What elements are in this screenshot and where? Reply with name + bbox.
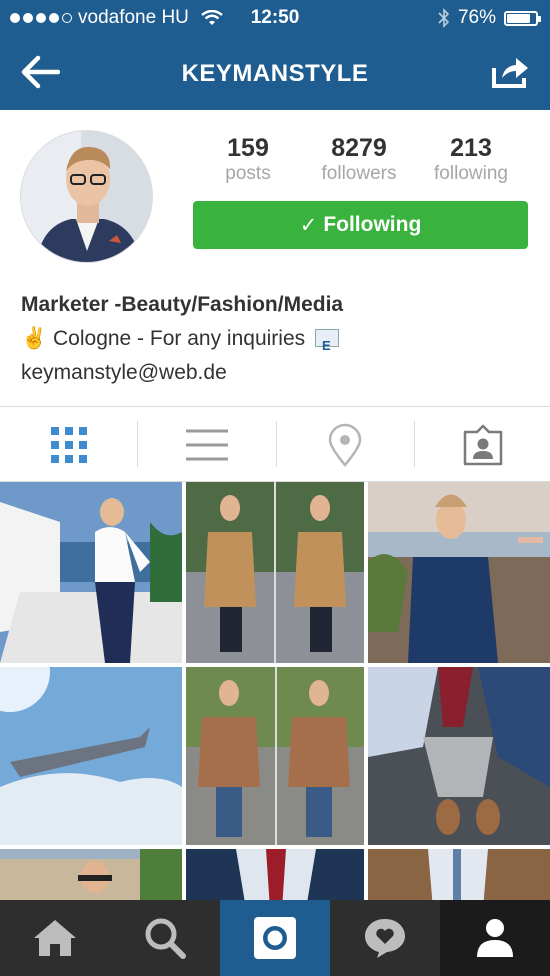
following-stat[interactable]: 213 following	[416, 134, 526, 185]
followers-count: 8279	[331, 134, 387, 162]
victory-hand-emoji: ✌️	[21, 327, 48, 350]
tab-explore[interactable]	[110, 900, 220, 976]
heart-bubble-icon	[365, 919, 405, 958]
bottom-tab-bar	[0, 900, 550, 976]
tagged-user-icon	[463, 424, 502, 465]
following-button[interactable]: ✓ Following	[193, 201, 528, 249]
list-icon	[185, 429, 228, 460]
photo-grid	[0, 482, 550, 900]
photo-thumbnail[interactable]	[0, 667, 182, 845]
tab-list-view[interactable]	[138, 407, 275, 482]
bio-line: ✌️ Cologne - For any inquiries E	[21, 322, 531, 356]
profile-icon	[477, 919, 513, 957]
photo-thumbnail[interactable]	[186, 667, 364, 845]
page-title: KEYMANSTYLE	[181, 60, 369, 87]
following-count: 213	[450, 134, 492, 162]
tab-camera[interactable]	[220, 900, 330, 976]
photo-thumbnail[interactable]	[368, 667, 550, 845]
nav-bar: KEYMANSTYLE	[0, 36, 550, 110]
tab-grid-view[interactable]	[0, 407, 137, 482]
camera-icon	[254, 917, 296, 959]
tab-tagged-view[interactable]	[414, 407, 550, 482]
photo-thumbnail[interactable]	[0, 849, 182, 900]
checkmark-icon: ✓	[299, 213, 318, 237]
posts-label: posts	[225, 163, 271, 184]
photo-thumbnail[interactable]	[186, 482, 364, 663]
tab-home[interactable]	[0, 900, 110, 976]
tab-map-view[interactable]	[276, 407, 413, 482]
battery-percent: 76%	[457, 7, 496, 28]
home-icon	[34, 920, 76, 956]
share-icon[interactable]	[488, 54, 530, 90]
location-pin-icon	[328, 423, 361, 467]
photo-thumbnail[interactable]	[368, 482, 550, 663]
avatar	[20, 130, 153, 263]
photo-thumbnail[interactable]	[0, 482, 182, 663]
profile-bio: Marketer -Beauty/Fashion/Media ✌️ Cologn…	[21, 288, 531, 390]
bluetooth-icon	[438, 8, 450, 28]
status-bar: vodafone HU 12:50 76%	[0, 0, 550, 36]
posts-count: 159	[227, 134, 269, 162]
bio-location-text: Cologne - For any inquiries	[53, 327, 306, 350]
followers-stat[interactable]: 8279 followers	[304, 134, 414, 185]
bio-name: Marketer -Beauty/Fashion/Media	[21, 293, 344, 316]
following-label: following	[434, 163, 508, 184]
photo-thumbnail[interactable]	[186, 849, 364, 900]
tab-activity[interactable]	[330, 900, 440, 976]
bio-email-link[interactable]: keymanstyle@web.de	[21, 356, 531, 390]
followers-label: followers	[321, 163, 397, 184]
search-icon	[145, 918, 186, 959]
envelope-icon: E	[314, 329, 339, 353]
posts-stat[interactable]: 159 posts	[193, 134, 303, 185]
tab-profile[interactable]	[440, 900, 550, 976]
following-button-label: Following	[323, 213, 422, 236]
grid-icon	[50, 426, 87, 463]
photo-thumbnail[interactable]	[368, 849, 550, 900]
header: vodafone HU 12:50 76% KEYMANSTYLE	[0, 0, 550, 110]
view-tabs	[0, 407, 550, 482]
battery-icon	[504, 10, 541, 26]
